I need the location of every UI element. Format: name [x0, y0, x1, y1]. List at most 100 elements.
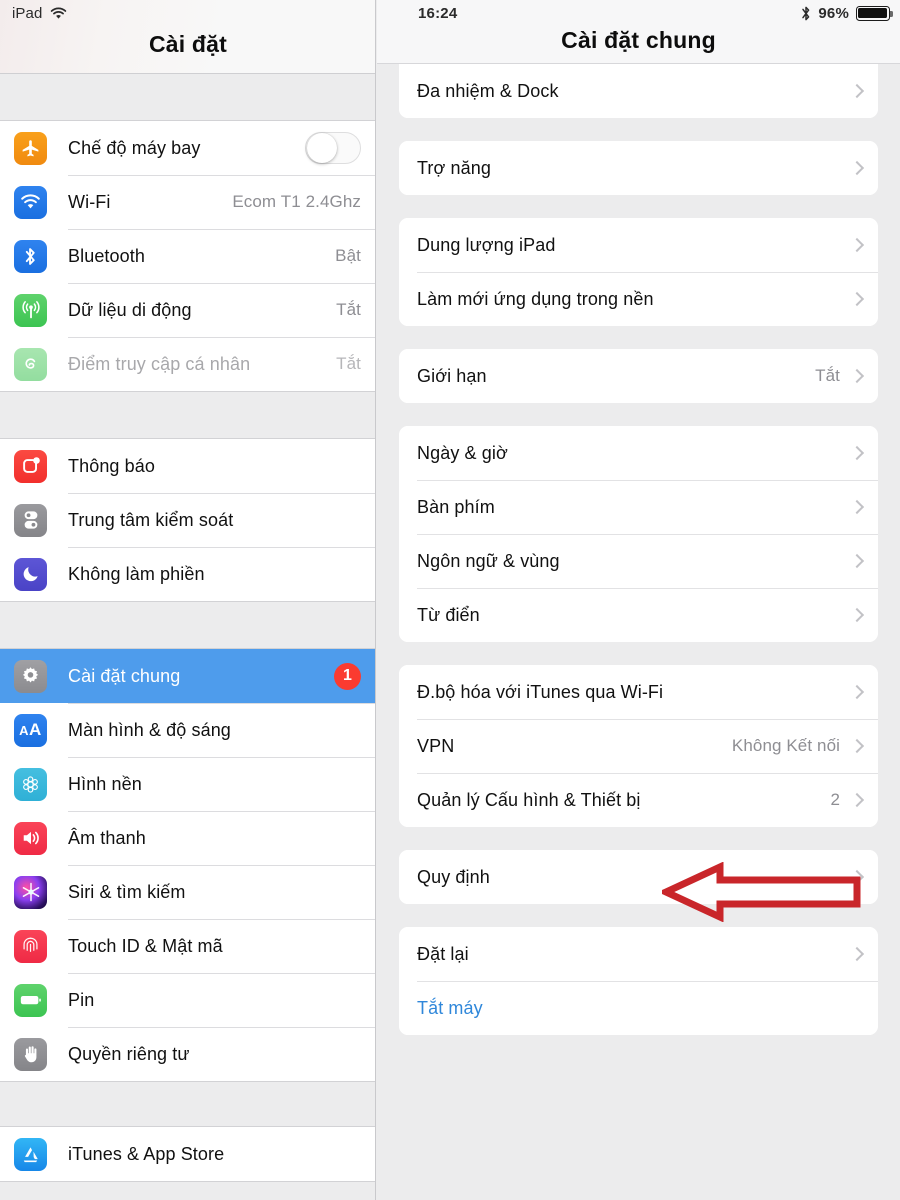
sidebar-item-label: Cài đặt chung	[68, 665, 181, 686]
settings-row-quy-nh[interactable]: Quy định	[399, 850, 878, 904]
bluetooth-icon	[801, 5, 811, 22]
sidebar-item-pin[interactable]: Pin	[0, 973, 375, 1027]
sidebar-item-label: Touch ID & Mật mã	[68, 935, 223, 956]
sidebar-group: Chế độ máy bay Wi-Fi Ecom T1 2.4Ghz Bluetoo…	[0, 120, 375, 392]
app-store-icon	[14, 1137, 47, 1171]
sidebar-item-touch-id-m-t-m[interactable]: Touch ID & Mật mã	[0, 919, 375, 973]
settings-row-label: Dung lượng iPad	[417, 234, 556, 255]
sidebar-item-wi-fi[interactable]: Wi-Fi Ecom T1 2.4Ghz	[0, 175, 375, 229]
settings-row-dung-l-ng-ipad[interactable]: Dung lượng iPad	[399, 218, 878, 272]
sidebar-list[interactable]: Chế độ máy bay Wi-Fi Ecom T1 2.4Ghz Bluetoo…	[0, 74, 375, 1182]
settings-row-value: Tắt	[815, 366, 840, 385]
settings-row-label: Tắt máy	[417, 997, 483, 1018]
sidebar-item-trung-t-m-ki-m-so-t[interactable]: Trung tâm kiểm soát	[0, 493, 375, 547]
settings-row-label: Giới hạn	[417, 365, 487, 386]
settings-row-vpn[interactable]: VPN Không Kết nối	[399, 719, 878, 773]
battery-icon	[14, 983, 47, 1017]
settings-group-card: Đa nhiệm & Dock	[399, 64, 878, 118]
sound-icon	[14, 821, 47, 855]
chevron-right-icon	[849, 553, 865, 569]
sidebar-item-itunes-app-store[interactable]: iTunes & App Store	[0, 1127, 375, 1181]
settings-group-card: Giới hạn Tắt	[399, 349, 878, 403]
touch-id-icon	[14, 929, 47, 963]
settings-row-ng-n-ng-v-ng[interactable]: Ngôn ngữ & vùng	[399, 534, 878, 588]
chevron-right-icon	[849, 792, 865, 808]
sidebar-group-spacer	[0, 74, 375, 120]
sidebar-item-label: iTunes & App Store	[68, 1143, 225, 1164]
sidebar-item-label: Âm thanh	[68, 827, 146, 848]
sidebar-item-siri-t-m-ki-m[interactable]: Siri & tìm kiếm	[0, 865, 375, 919]
sidebar-item-quy-n-ri-ng-t[interactable]: Quyền riêng tư	[0, 1027, 375, 1081]
airplane-mode-toggle[interactable]	[305, 132, 361, 164]
sidebar-item-c-i-t-chung[interactable]: Cài đặt chung 1	[0, 649, 375, 703]
settings-row-b-h-a-v-i-itunes-qua-wi-fi[interactable]: Đ.bộ hóa với iTunes qua Wi-Fi	[399, 665, 878, 719]
settings-row-t-i-n[interactable]: Từ điển	[399, 588, 878, 642]
general-settings-panel[interactable]: Cài đặt chung Đa nhiệm & Dock Trợ năng Dun…	[377, 0, 900, 1200]
sidebar-item-label: Chế độ máy bay	[68, 137, 201, 158]
sidebar-group-spacer	[0, 602, 375, 648]
sidebar-item-label: Trung tâm kiểm soát	[68, 509, 234, 530]
status-bar-left: iPad	[12, 5, 67, 22]
settings-group-card: Đặt lại Tắt máy	[399, 927, 878, 1035]
chevron-right-icon	[849, 445, 865, 461]
settings-row-tr-n-ng[interactable]: Trợ năng	[399, 141, 878, 195]
sidebar-item-value: Ecom T1 2.4Ghz	[232, 192, 361, 211]
battery-icon	[856, 5, 893, 21]
device-label: iPad	[12, 4, 43, 22]
settings-group-card: Ngày & giờ Bàn phím Ngôn ngữ & vùng Từ điển	[399, 426, 878, 642]
battery-percent-label: 96%	[818, 4, 849, 22]
sidebar-item-kh-ng-l-m-phi-n[interactable]: Không làm phiền	[0, 547, 375, 601]
display-brightness-icon: AA	[14, 713, 47, 747]
airplane-icon	[14, 131, 47, 165]
settings-row-t-l-i[interactable]: Đặt lại	[399, 927, 878, 981]
toggle-knob	[307, 133, 337, 163]
settings-row-l-m-m-i-ng-d-ng-trong-n-n[interactable]: Làm mới ứng dụng trong nền	[399, 272, 878, 326]
sidebar-item-m-thanh[interactable]: Âm thanh	[0, 811, 375, 865]
sidebar-group: iTunes & App Store	[0, 1126, 375, 1182]
detail-scroll-area[interactable]: Đa nhiệm & Dock Trợ năng Dung lượng iPad Là…	[377, 64, 900, 1035]
privacy-hand-icon	[14, 1037, 47, 1071]
sidebar-item-h-nh-n-n[interactable]: Hình nền	[0, 757, 375, 811]
sidebar-item-value: Tắt	[336, 354, 361, 373]
settings-row-b-n-ph-m[interactable]: Bàn phím	[399, 480, 878, 534]
chevron-right-icon	[849, 83, 865, 99]
sidebar-item-label: Không làm phiền	[68, 563, 205, 584]
status-bar-right: 96%	[801, 4, 893, 22]
settings-group-card: Quy định	[399, 850, 878, 904]
sidebar-item-th-ng-b-o[interactable]: Thông báo	[0, 439, 375, 493]
chevron-right-icon	[849, 368, 865, 384]
siri-icon	[14, 875, 47, 909]
settings-sidebar[interactable]: Cài đặt Chế độ máy bay Wi-Fi Ecom T1 2.4Gh…	[0, 0, 376, 1200]
settings-row-label: Đặt lại	[417, 943, 469, 964]
settings-row-a-nhi-m-dock[interactable]: Đa nhiệm & Dock	[399, 64, 878, 118]
chevron-right-icon	[849, 499, 865, 515]
settings-row-ng-y-gi[interactable]: Ngày & giờ	[399, 426, 878, 480]
sidebar-item-label: Điểm truy cập cá nhân	[68, 353, 251, 374]
settings-row-label: VPN	[417, 735, 455, 756]
settings-row-value: Không Kết nối	[731, 736, 840, 755]
sidebar-item-bluetooth[interactable]: Bluetooth Bật	[0, 229, 375, 283]
settings-row-label: Trợ năng	[417, 157, 491, 178]
wifi-icon	[50, 7, 67, 20]
sidebar-title: Cài đặt	[148, 31, 228, 57]
sidebar-item-m-n-h-nh-s-ng[interactable]: AA Màn hình & độ sáng	[0, 703, 375, 757]
sidebar-item-label: Siri & tìm kiếm	[68, 881, 186, 902]
settings-group-card: Đ.bộ hóa với iTunes qua Wi-Fi VPN Không Kế…	[399, 665, 878, 827]
status-bar-time: 16:24	[418, 4, 458, 22]
settings-row-label: Ngày & giờ	[417, 442, 508, 463]
sidebar-item-label: Màn hình & độ sáng	[68, 719, 231, 740]
settings-row-label: Làm mới ứng dụng trong nền	[417, 288, 654, 309]
settings-row-gi-i-h-n[interactable]: Giới hạn Tắt	[399, 349, 878, 403]
settings-row-qu-n-l-c-u-h-nh-thi-t-b[interactable]: Quản lý Cấu hình & Thiết bị 2	[399, 773, 878, 827]
sidebar-group: Thông báo Trung tâm kiểm soát Không làm ph…	[0, 438, 375, 602]
settings-row-label: Từ điển	[417, 604, 480, 625]
sidebar-item-i-m-truy-c-p-c-nh-n[interactable]: Điểm truy cập cá nhân Tắt	[0, 337, 375, 391]
chevron-right-icon	[849, 946, 865, 962]
settings-row-label: Đ.bộ hóa với iTunes qua Wi-Fi	[417, 681, 664, 702]
sidebar-item-ch-m-y-bay[interactable]: Chế độ máy bay	[0, 121, 375, 175]
gear-icon	[14, 659, 47, 693]
wallpaper-icon	[14, 767, 47, 801]
settings-row-t-t-m-y[interactable]: Tắt máy	[399, 981, 878, 1035]
sidebar-item-d-li-u-di-ng[interactable]: Dữ liệu di động Tắt	[0, 283, 375, 337]
chevron-right-icon	[849, 869, 865, 885]
